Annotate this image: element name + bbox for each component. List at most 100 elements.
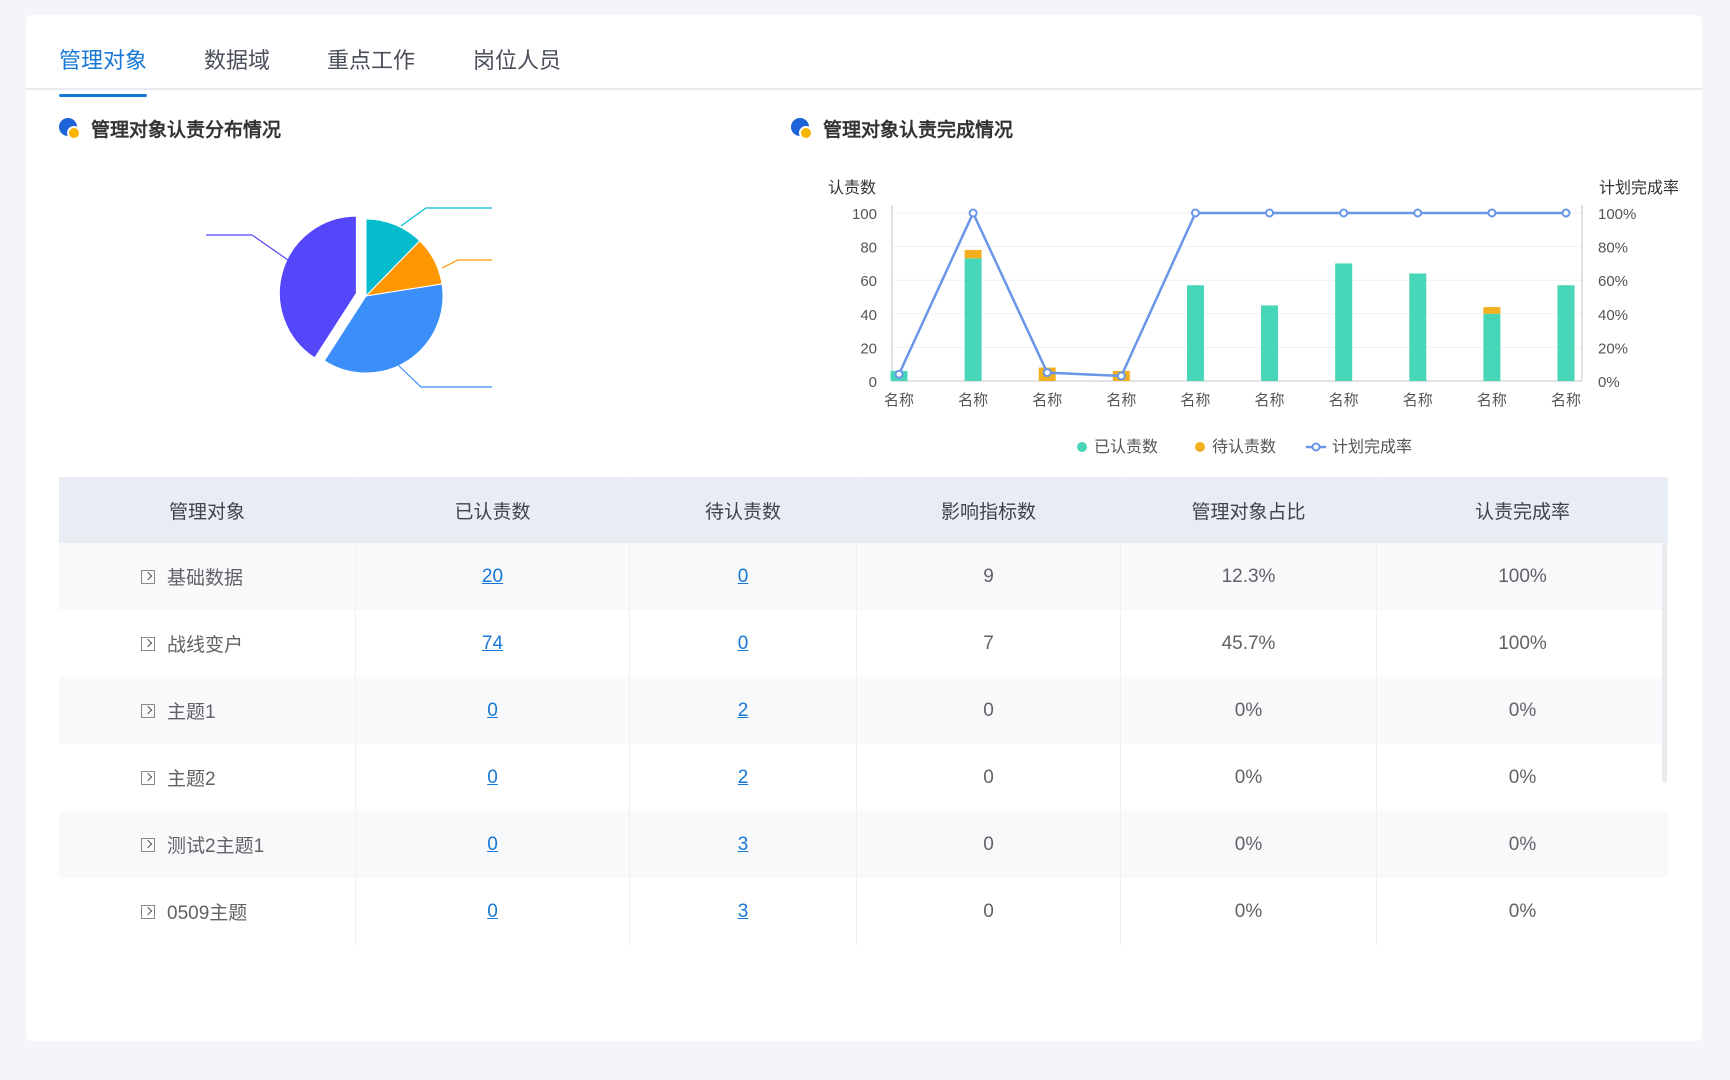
y2-tick-label: 80% [1598,240,1628,257]
bar-title-text: 管理对象认责完成情况 [823,120,1014,141]
object-name-cell: 主题1 [59,677,356,744]
claimed-cell: 0 [356,878,630,945]
claimed-count-link[interactable]: 0 [487,700,498,722]
rate-point[interactable] [1561,208,1571,218]
bar-claimed[interactable] [1557,285,1575,381]
indicator-count: 0 [857,878,1121,945]
claimed-count-link[interactable]: 0 [487,901,498,923]
indicator-count: 0 [857,744,1121,811]
expand-icon[interactable] [141,770,155,785]
claimed-cell: 0 [356,811,630,878]
pending-cell: 0 [630,543,857,610]
pending-count-link[interactable]: 3 [738,834,749,856]
bar-claimed[interactable] [1186,285,1204,381]
header-cell: 已认责数 [356,477,630,543]
chart-badge-icon [791,117,813,140]
pending-count-link[interactable]: 3 [738,901,749,923]
y2-axis-title: 计划完成率 [1599,179,1679,197]
x-tick-label: 名称 [1477,392,1507,409]
bar-claimed[interactable] [964,258,982,381]
pending-count-link[interactable]: 0 [738,566,749,588]
claimed-count-link[interactable]: 74 [482,633,503,655]
object-ratio: 0% [1121,677,1377,744]
object-name-cell: 测试2主题1 [59,811,356,878]
pending-count-link[interactable]: 0 [738,633,749,655]
expand-icon[interactable] [141,904,155,919]
expand-icon[interactable] [141,636,155,651]
x-tick-label: 名称 [884,392,914,409]
bar-pending[interactable] [1483,307,1501,314]
claimed-count-link[interactable]: 0 [487,767,498,789]
header-cell: 认责完成率 [1474,501,1570,523]
expand-icon[interactable] [141,837,155,852]
rate-point[interactable] [894,369,904,379]
pending-count-link[interactable]: 2 [738,767,749,789]
object-name: 0509主题 [167,903,248,924]
data-table: 管理对象 已认责数 待认责数 影响指标数 管理对象占比 认责完成率 基础数据 20… [59,477,1668,945]
claimed-count-link[interactable]: 0 [487,834,498,856]
rate-point[interactable] [1190,208,1200,218]
table-row: 基础数据 20 0 9 12.3% 100% [59,543,1668,610]
table-row: 0509主题 0 3 0 0% 0% [59,878,1668,945]
pending-cell: 3 [630,878,857,945]
header-cell: 管理对象占比 [1121,477,1377,543]
y-tick-label: 0 [869,374,877,391]
table-row: 主题1 0 2 0 0% 0% [59,677,1668,744]
y2-tick-label: 100% [1598,206,1636,223]
x-tick-label: 名称 [1255,392,1285,409]
claimed-cell: 0 [356,744,630,811]
rate-point[interactable] [1116,371,1126,381]
object-name-cell: 主题2 [59,744,356,811]
completion-rate: 0% [1508,766,1537,788]
rate-point[interactable] [1413,208,1423,218]
object-ratio: 12.3% [1121,543,1377,610]
y-tick-label: 100 [852,206,877,223]
object-name: 战线变户 [167,635,244,656]
rate-line [897,210,1566,378]
object-name: 测试2主题1 [167,836,265,857]
table-row: 战线变户 74 0 7 45.7% 100% [59,610,1668,677]
expand-icon[interactable] [141,703,155,718]
rate-point[interactable] [1042,368,1052,378]
rate-point[interactable] [968,208,978,218]
pending-count-link[interactable]: 2 [738,700,749,722]
indicator-count: 7 [857,610,1121,677]
legend-rate-label[interactable]: 计划完成率 [1332,438,1412,456]
pie-leader-line [206,234,289,261]
indicator-count: 9 [857,543,1121,610]
completion-rate: 0% [1508,900,1537,922]
bar-claimed[interactable] [1409,273,1427,381]
object-ratio: 0% [1121,744,1377,811]
bar-claimed[interactable] [1335,263,1353,381]
legend-claimed-label[interactable]: 已认责数 [1094,438,1158,456]
bar-pending[interactable] [964,249,982,259]
x-tick-label: 名称 [1329,392,1359,409]
object-name: 基础数据 [167,568,244,589]
bar-line-chart: 认责数 计划完成率0204060801000%20%40%60%80%100%名称… [828,179,1679,456]
claimed-count-link[interactable]: 20 [482,566,503,588]
expand-icon[interactable] [141,569,155,584]
pending-cell: 3 [630,811,857,878]
table-scrollbar[interactable] [1662,543,1667,783]
y-tick-label: 20 [860,340,877,357]
object-name: 主题2 [167,769,216,790]
rate-point[interactable] [1265,208,1275,218]
indicator-count: 0 [857,811,1121,878]
pending-cell: 0 [630,610,857,677]
claimed-cell: 20 [356,543,630,610]
indicator-count: 0 [857,677,1121,744]
legend-pending-label[interactable]: 待认责数 [1212,438,1276,456]
object-ratio: 45.7% [1121,610,1377,677]
object-ratio: 0% [1121,811,1377,878]
x-tick-label: 名称 [958,392,988,409]
rate-point[interactable] [1339,208,1349,218]
completion-rate: 100% [1498,565,1547,587]
y-tick-label: 40 [860,307,877,324]
main-card: 管理对象 数据域 重点工作 岗位人员 管理对象认责分布情况 管理对象认责完成情况… [26,15,1702,1041]
rate-point[interactable] [1487,208,1497,218]
completion-rate: 0% [1508,833,1537,855]
y-tick-label: 80 [860,240,877,257]
pie-leader-line [400,207,492,227]
bar-claimed[interactable] [1261,305,1279,381]
bar-claimed[interactable] [1483,313,1501,381]
